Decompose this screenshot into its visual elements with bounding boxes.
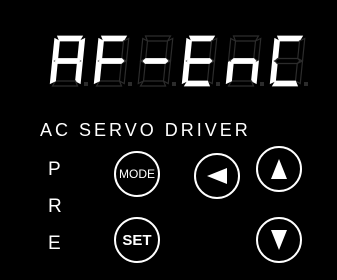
digit-5-segment-c: [251, 60, 259, 85]
digit-2-segment-b: [121, 37, 130, 62]
display-digit-2: [93, 35, 132, 87]
set-button[interactable]: SET: [114, 217, 160, 263]
digit-3-segment-c: [162, 60, 172, 85]
digit-6-decimal-point: [304, 82, 308, 86]
side-letter-r: R: [48, 196, 62, 217]
digit-4-decimal-point: [216, 82, 220, 86]
digit-1-segment-g: [54, 58, 81, 64]
digit-1-segment-c: [75, 60, 83, 85]
digit-2-decimal-point: [128, 82, 132, 86]
digit-4-segment-f: [184, 37, 192, 62]
digit-6-segment-g: [274, 57, 301, 65]
left-arrow-icon: [207, 168, 227, 184]
left-arrow-button[interactable]: [194, 153, 240, 199]
digit-6-segment-a: [276, 35, 304, 42]
digit-4-segment-e: [181, 60, 190, 85]
digit-6-segment-f: [272, 37, 280, 62]
mode-button[interactable]: MODE: [114, 151, 160, 197]
digit-2-segment-e: [93, 60, 102, 85]
digit-3-segment-a: [144, 35, 172, 42]
digit-2-segment-d: [95, 80, 123, 87]
digit-2-segment-g: [98, 58, 125, 64]
side-letter-e: E: [48, 233, 61, 254]
digit-5-segment-f: [227, 37, 237, 62]
seven-segment-display: [0, 0, 337, 110]
digit-3-segment-d: [139, 80, 167, 87]
digit-4-segment-a: [188, 35, 216, 42]
digit-3-segment-f: [139, 37, 149, 62]
digit-4-segment-c: [206, 60, 216, 85]
up-arrow-button[interactable]: [256, 146, 302, 192]
side-letter-p: P: [48, 159, 61, 180]
display-digit-3: [137, 35, 176, 87]
digit-2-segment-c: [118, 60, 128, 85]
digit-1-segment-d: [51, 80, 79, 87]
set-button-label: SET: [122, 231, 152, 249]
digit-6-segment-d: [271, 80, 299, 87]
digit-1-decimal-point: [84, 82, 88, 86]
digit-6-segment-e: [269, 60, 278, 85]
digit-3-segment-b: [165, 37, 174, 62]
digit-6-segment-c: [294, 60, 304, 85]
down-arrow-button[interactable]: [256, 217, 302, 263]
digit-1-segment-b: [77, 37, 86, 62]
digit-4-segment-d: [183, 80, 211, 87]
digit-1-segment-f: [52, 37, 60, 62]
digit-1-segment-e: [49, 60, 58, 85]
digit-5-segment-a: [232, 35, 260, 42]
digit-5-segment-e: [225, 60, 234, 85]
digit-3-decimal-point: [172, 82, 176, 86]
display-digit-1: [49, 35, 88, 87]
servo-drive-panel: AC SERVO DRIVER P R E MODE SET: [0, 0, 337, 280]
digit-5-segment-d: [227, 80, 255, 87]
digit-3-segment-e: [137, 60, 146, 85]
digit-6-segment-b: [297, 37, 306, 62]
display-digit-4: [181, 35, 220, 87]
digit-1-segment-a: [56, 35, 84, 42]
digit-4-segment-b: [209, 37, 218, 62]
digit-5-segment-b: [253, 37, 262, 62]
seven-segment-readout: [49, 35, 308, 87]
mode-button-label: MODE: [119, 167, 155, 181]
down-arrow-icon: [271, 230, 287, 250]
display-digit-6: [269, 35, 308, 87]
digit-2-segment-a: [100, 35, 128, 42]
digit-5-decimal-point: [260, 82, 264, 86]
digit-5-segment-g: [230, 58, 257, 64]
display-digit-5: [225, 35, 264, 87]
up-arrow-icon: [271, 159, 287, 179]
digit-2-segment-f: [96, 37, 104, 62]
panel-label: AC SERVO DRIVER: [40, 120, 251, 140]
digit-3-segment-g: [142, 58, 169, 64]
digit-4-segment-g: [186, 58, 213, 64]
